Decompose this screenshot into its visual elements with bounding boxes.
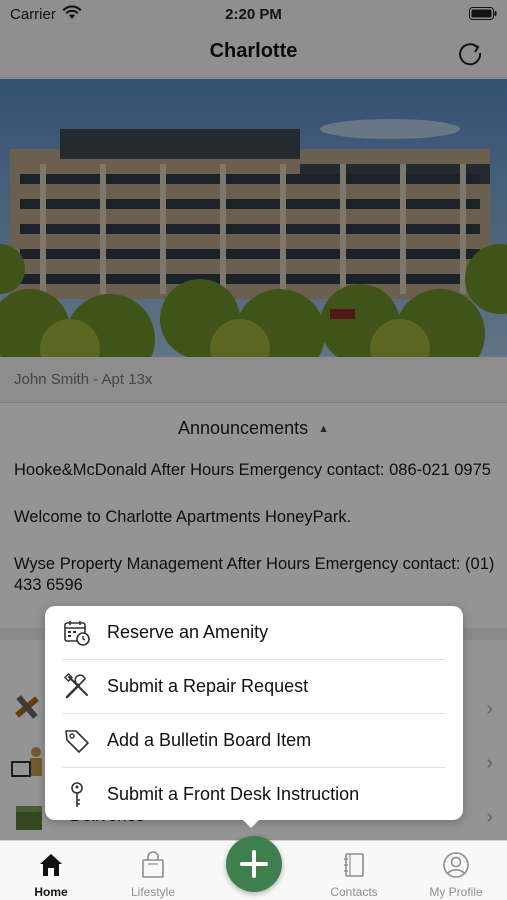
menu-item-repair-request[interactable]: Submit a Repair Request — [45, 660, 463, 713]
menu-item-label: Add a Bulletin Board Item — [107, 730, 312, 750]
menu-pointer — [241, 818, 261, 828]
tab-label: Home — [34, 885, 68, 899]
tag-icon — [63, 727, 91, 755]
tools-icon — [63, 672, 91, 701]
tab-my-profile[interactable]: My Profile — [406, 841, 506, 900]
home-icon — [37, 851, 65, 879]
menu-item-label: Submit a Repair Request — [107, 676, 309, 696]
tab-label: Contacts — [330, 885, 378, 899]
menu-item-front-desk-instruction[interactable]: Submit a Front Desk Instruction — [45, 768, 463, 821]
tab-contacts[interactable]: Contacts — [304, 841, 404, 900]
contacts-book-icon — [340, 851, 368, 879]
menu-item-label: Reserve an Amenity — [107, 622, 269, 642]
tab-label: Lifestyle — [130, 885, 176, 899]
menu-item-label: Submit a Front Desk Instruction — [107, 784, 360, 804]
key-icon — [63, 781, 91, 809]
calendar-clock-icon — [63, 619, 91, 647]
plus-icon-vertical — [252, 850, 256, 878]
tab-label: My Profile — [429, 885, 483, 899]
quick-action-menu: Reserve an Amenity Submit a Repair Reque… — [45, 606, 463, 820]
tab-home[interactable]: Home — [1, 841, 101, 900]
profile-icon — [442, 851, 470, 879]
menu-item-bulletin-board[interactable]: Add a Bulletin Board Item — [45, 714, 463, 767]
tab-lifestyle[interactable]: Lifestyle — [103, 841, 203, 900]
add-action-button[interactable] — [226, 836, 282, 892]
menu-item-reserve-amenity[interactable]: Reserve an Amenity — [45, 606, 463, 659]
shopping-bag-icon — [139, 851, 167, 879]
